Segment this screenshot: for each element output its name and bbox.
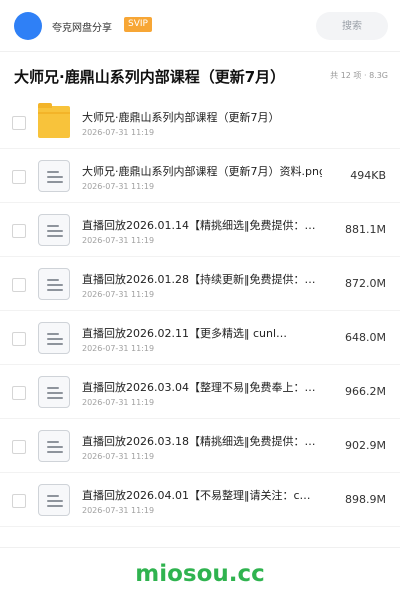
list-item[interactable]: 直播回放2026.03.04【整理不易‖免费奉上：… 2026-07-31 11…	[0, 365, 400, 419]
file-size: 902.9M	[345, 439, 386, 452]
file-date: 2026-07-31 11:19	[82, 452, 155, 461]
file-size: 494KB	[350, 169, 386, 182]
row-checkbox[interactable]	[12, 170, 26, 184]
file-size: 881.1M	[345, 223, 386, 236]
list-item[interactable]: 直播回放2026.04.01【不易整理‖请关注：c… 2026-07-31 11…	[0, 473, 400, 527]
folder-icon	[38, 103, 70, 138]
file-name[interactable]: 直播回放2026.04.01【不易整理‖请关注：c…	[82, 487, 322, 503]
file-name[interactable]: 直播回放2026.01.28【持续更新‖免费提供：…	[82, 271, 322, 287]
row-checkbox[interactable]	[12, 278, 26, 292]
file-date: 2026-07-31 11:19	[82, 344, 155, 353]
app-name: 夸克网盘分享	[52, 23, 112, 34]
row-checkbox[interactable]	[12, 224, 26, 238]
top-bar: 夸克网盘分享 SVIP	[0, 0, 400, 52]
document-icon	[38, 430, 70, 462]
file-date: 2026-07-31 11:19	[82, 128, 155, 137]
file-name[interactable]: 直播回放2026.03.04【整理不易‖免费奉上：…	[82, 379, 322, 395]
row-checkbox[interactable]	[12, 440, 26, 454]
file-date: 2026-07-31 11:19	[82, 506, 155, 515]
row-checkbox[interactable]	[12, 116, 26, 130]
file-size: 966.2M	[345, 385, 386, 398]
list-item[interactable]: 直播回放2026.01.14【精挑细选‖免费提供：… 2026-07-31 11…	[0, 203, 400, 257]
document-icon	[38, 268, 70, 300]
file-size: 872.0M	[345, 277, 386, 290]
list-item[interactable]: 直播回放2026.02.11【更多精选‖ cunl… 2026-07-31 11…	[0, 311, 400, 365]
file-date: 2026-07-31 11:19	[82, 236, 155, 245]
document-icon	[38, 376, 70, 408]
file-size: 648.0M	[345, 331, 386, 344]
list-item[interactable]: 大师兄·鹿鼎山系列内部课程（更新7月）资料.png 2026-07-31 11:…	[0, 149, 400, 203]
file-name[interactable]: 直播回放2026.02.11【更多精选‖ cunl…	[82, 325, 322, 341]
file-size: 898.9M	[345, 493, 386, 506]
row-checkbox[interactable]	[12, 494, 26, 508]
document-icon	[38, 322, 70, 354]
list-item[interactable]: 直播回放2026.03.18【精挑细选‖免费提供：… 2026-07-31 11…	[0, 419, 400, 473]
share-meta: 共 12 项 · 8.3G	[330, 71, 388, 80]
file-list: 大师兄·鹿鼎山系列内部课程（更新7月） 2026-07-31 11:19 大师兄…	[0, 95, 400, 527]
file-name[interactable]: 直播回放2026.01.14【精挑细选‖免费提供：…	[82, 217, 322, 233]
document-icon	[38, 484, 70, 516]
file-date: 2026-07-31 11:19	[82, 398, 155, 407]
file-name[interactable]: 大师兄·鹿鼎山系列内部课程（更新7月）资料.png	[82, 163, 322, 179]
list-item[interactable]: 直播回放2026.01.28【持续更新‖免费提供：… 2026-07-31 11…	[0, 257, 400, 311]
svip-badge: SVIP	[124, 17, 152, 32]
row-checkbox[interactable]	[12, 332, 26, 346]
file-name[interactable]: 大师兄·鹿鼎山系列内部课程（更新7月）	[82, 109, 322, 125]
avatar[interactable]	[14, 12, 42, 40]
document-icon	[38, 214, 70, 246]
site-watermark: miosou.cc	[135, 561, 265, 587]
file-date: 2026-07-31 11:19	[82, 182, 155, 191]
list-item[interactable]: 大师兄·鹿鼎山系列内部课程（更新7月） 2026-07-31 11:19	[0, 95, 400, 149]
document-icon	[38, 160, 70, 192]
page-title: 大师兄·鹿鼎山系列内部课程（更新7月）	[14, 68, 286, 86]
row-checkbox[interactable]	[12, 386, 26, 400]
file-date: 2026-07-31 11:19	[82, 290, 155, 299]
search-input[interactable]	[316, 12, 388, 40]
file-name[interactable]: 直播回放2026.03.18【精挑细选‖免费提供：…	[82, 433, 322, 449]
